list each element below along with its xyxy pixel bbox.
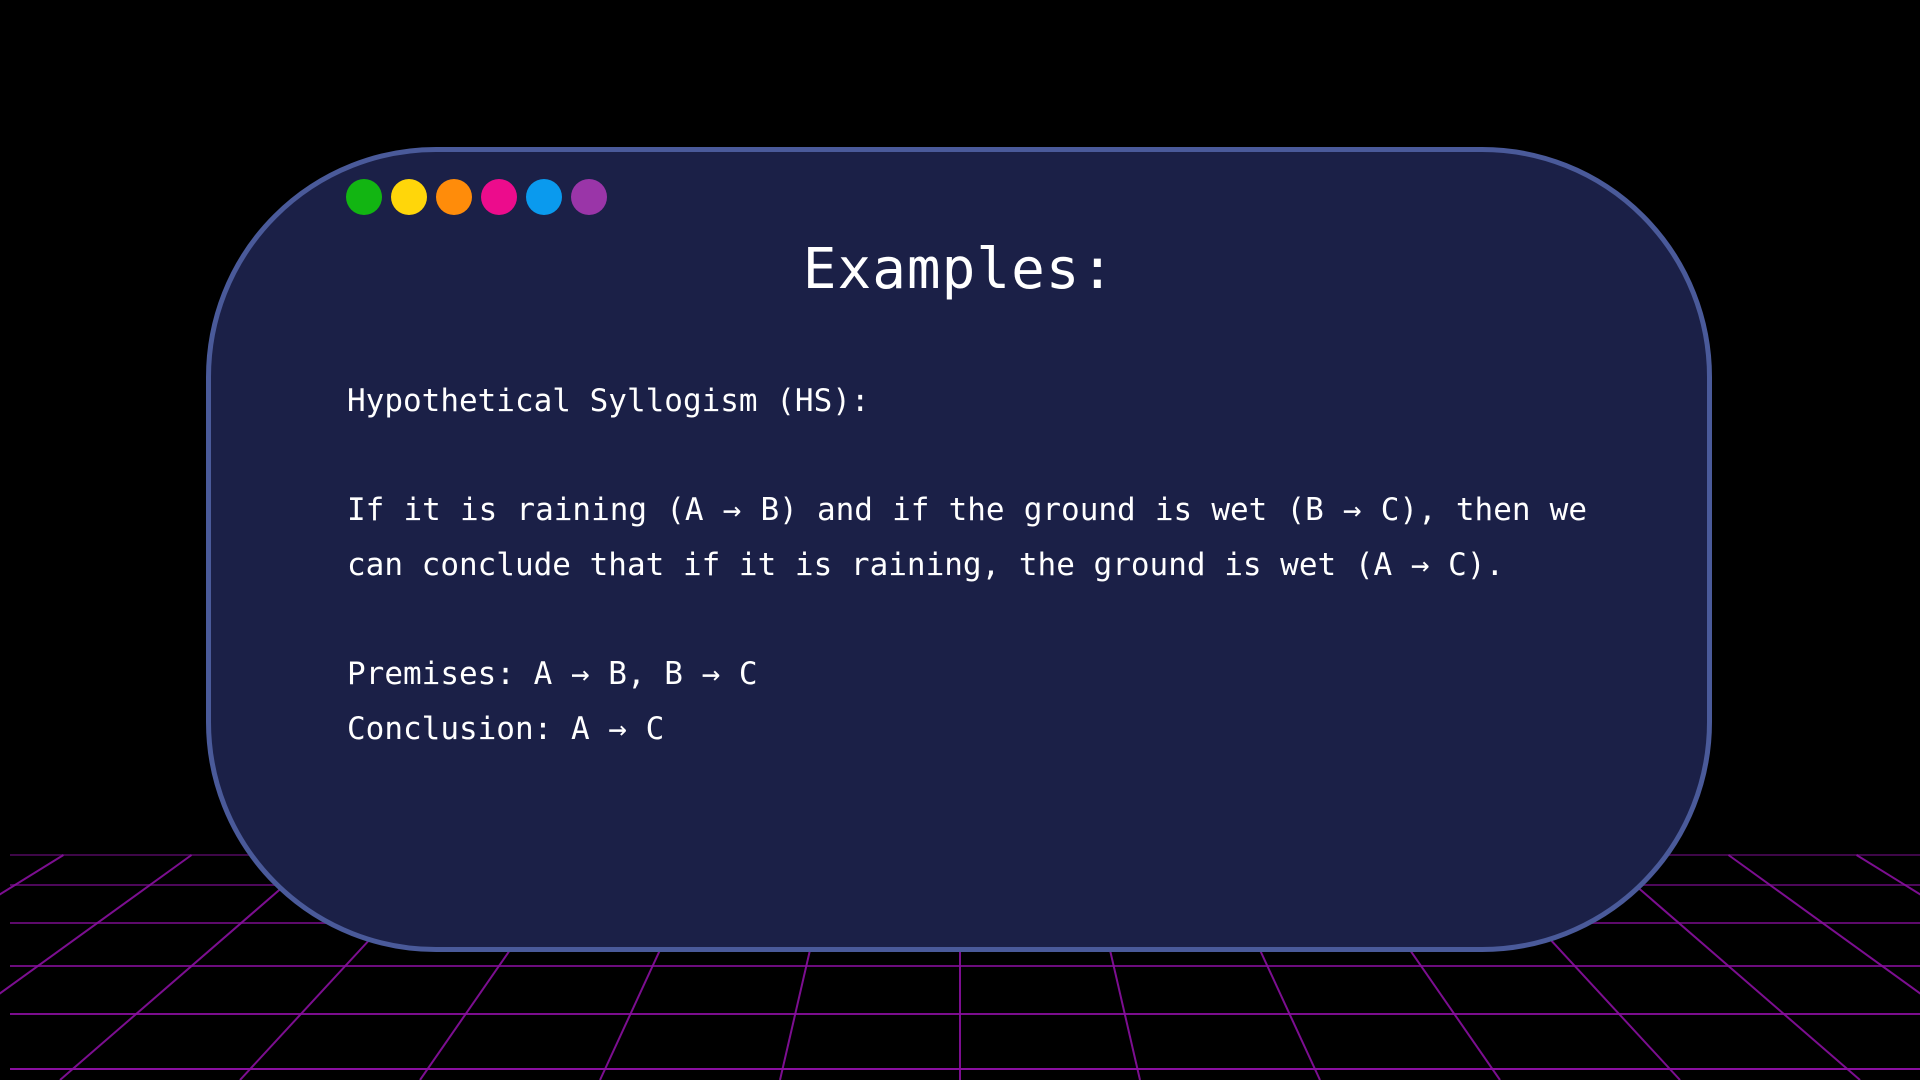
purple-dot [571,179,607,215]
yellow-dot [391,179,427,215]
green-dot [346,179,382,215]
grid-radial-line [0,854,64,896]
card-content: Hypothetical Syllogism (HS): If it is ra… [347,374,1587,757]
rule-heading: Hypothetical Syllogism (HS): [347,383,870,419]
window-dots [346,179,607,215]
grid-radial-line [1727,854,1920,995]
blue-dot [526,179,562,215]
grid-radial-line [1856,854,1920,896]
premises-line: Premises: A → B, B → C [347,656,758,692]
orange-dot [436,179,472,215]
conclusion-line: Conclusion: A → C [347,711,665,747]
example-paragraph: If it is raining (A → B) and if the grou… [347,492,1587,583]
examples-card: Examples: Hypothetical Syllogism (HS): I… [206,147,1712,952]
pink-dot [481,179,517,215]
page-title: Examples: [802,237,1116,302]
grid-radial-line [0,854,193,995]
